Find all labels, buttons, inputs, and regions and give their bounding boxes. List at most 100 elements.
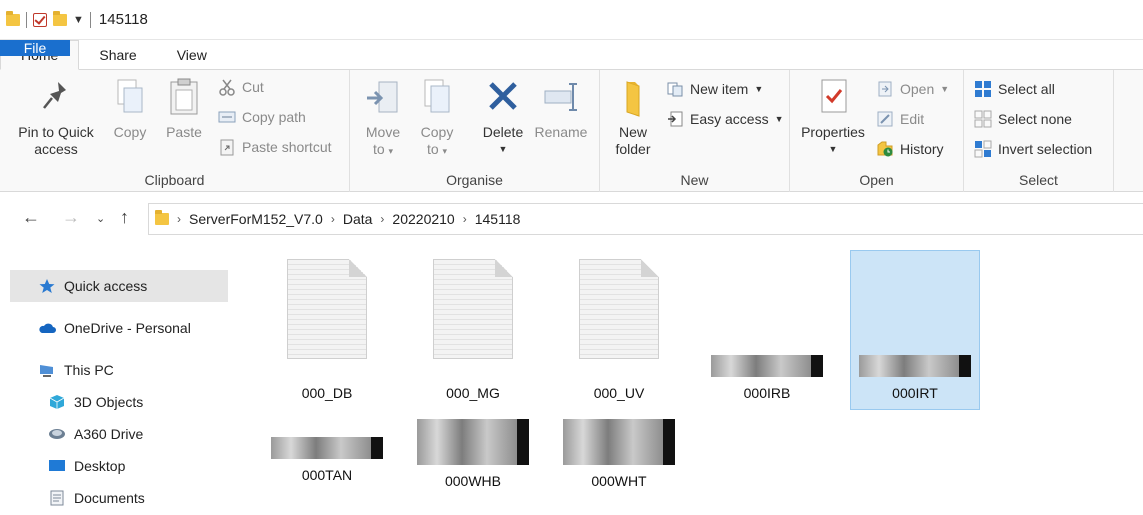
new-folder-button[interactable]: New folder bbox=[608, 76, 658, 158]
select-none-label: Select none bbox=[998, 111, 1072, 127]
nav-item-a360-drive[interactable]: A360 Drive bbox=[10, 418, 228, 450]
separator bbox=[26, 11, 27, 28]
easy-access-button[interactable]: Easy access ▼ bbox=[666, 110, 784, 128]
file-name: 000WHB bbox=[444, 473, 502, 489]
nav-label: OneDrive - Personal bbox=[64, 320, 191, 336]
breadcrumb-separator[interactable]: › bbox=[380, 212, 384, 226]
copy-label: Copy bbox=[113, 124, 147, 140]
select-all-button[interactable]: Select all bbox=[974, 80, 1055, 98]
new-folder-icon bbox=[613, 76, 653, 118]
forward-arrow-icon[interactable]: → bbox=[62, 207, 80, 228]
folder-icon bbox=[6, 10, 20, 26]
new-item-icon bbox=[666, 80, 684, 98]
open-button[interactable]: Open ▼ bbox=[876, 80, 949, 98]
copy-path-button[interactable]: Copy path bbox=[218, 108, 306, 126]
new-folder-label-line2: folder bbox=[615, 141, 651, 157]
chevron-down-icon: ▼ bbox=[498, 144, 508, 154]
select-none-icon bbox=[974, 110, 992, 128]
move-to-label-line2: to ▾ bbox=[373, 141, 393, 160]
copy-to-button[interactable]: Copy to ▾ bbox=[414, 76, 460, 160]
properties-button[interactable]: Properties ▼ bbox=[796, 76, 870, 158]
document-icon bbox=[579, 259, 659, 359]
new-item-button[interactable]: New item ▼ bbox=[666, 80, 763, 98]
properties-icon bbox=[813, 76, 853, 118]
edit-icon bbox=[876, 110, 894, 128]
breadcrumb-item[interactable]: 145118 bbox=[475, 211, 521, 227]
rename-label: Rename bbox=[534, 124, 588, 140]
new-group: New folder New item ▼ Easy access ▼ New bbox=[600, 70, 790, 192]
move-to-button[interactable]: Move to ▾ bbox=[360, 76, 406, 160]
tab-view[interactable]: View bbox=[157, 40, 227, 69]
file-item-selected[interactable]: 000IRT bbox=[850, 250, 980, 410]
move-to-label-text: to bbox=[372, 141, 385, 157]
nav-item-this-pc[interactable]: This PC bbox=[10, 354, 228, 386]
file-item[interactable]: 000IRB bbox=[702, 255, 832, 405]
nav-item-desktop[interactable]: Desktop bbox=[10, 450, 228, 482]
paste-shortcut-button[interactable]: Paste shortcut bbox=[218, 138, 332, 156]
history-label: History bbox=[900, 141, 944, 157]
new-item-label: New item bbox=[690, 81, 749, 97]
paste-shortcut-icon bbox=[218, 138, 236, 156]
address-bar[interactable]: › ServerForM152_V7.0 › Data › 20220210 ›… bbox=[148, 203, 1143, 235]
file-item[interactable]: 000WHB bbox=[408, 413, 538, 493]
image-thumbnail bbox=[563, 419, 675, 465]
edit-button[interactable]: Edit bbox=[876, 110, 924, 128]
documents-icon bbox=[48, 490, 66, 506]
pin-label-line2: access bbox=[34, 141, 78, 157]
file-name: 000_MG bbox=[446, 385, 500, 401]
paste-button[interactable]: Paste bbox=[160, 76, 208, 141]
copy-to-label-text: to bbox=[426, 141, 439, 157]
properties-quick-icon[interactable] bbox=[33, 12, 47, 27]
breadcrumb-item[interactable]: Data bbox=[343, 211, 373, 227]
file-item[interactable]: 000TAN bbox=[262, 413, 392, 493]
chevron-down-icon: ▼ bbox=[940, 84, 950, 94]
tab-file[interactable]: File bbox=[0, 40, 70, 56]
clipboard-group: Pin to Quick access Copy Paste Cut Copy … bbox=[0, 70, 350, 192]
delete-button[interactable]: Delete ▼ bbox=[478, 76, 528, 158]
pin-to-quick-access-button[interactable]: Pin to Quick access bbox=[10, 76, 102, 158]
breadcrumb-item[interactable]: 20220210 bbox=[392, 211, 454, 227]
copy-to-label-line1: Copy bbox=[420, 124, 454, 140]
open-label: Open bbox=[900, 81, 935, 97]
nav-item-quick-access[interactable]: Quick access bbox=[10, 270, 228, 302]
nav-item-documents[interactable]: Documents bbox=[10, 482, 228, 514]
file-item[interactable]: 000_DB bbox=[262, 255, 392, 405]
image-thumbnail bbox=[417, 419, 529, 465]
recent-locations-chevron-icon[interactable]: ⌄ bbox=[96, 212, 105, 225]
invert-selection-button[interactable]: Invert selection bbox=[974, 140, 1092, 158]
cloud-icon bbox=[38, 320, 56, 336]
file-name: 000_UV bbox=[593, 385, 645, 401]
back-arrow-icon[interactable]: ← bbox=[22, 207, 40, 228]
nav-item-onedrive[interactable]: OneDrive - Personal bbox=[10, 312, 228, 344]
breadcrumb-separator[interactable]: › bbox=[331, 212, 335, 226]
image-thumbnail bbox=[271, 437, 383, 459]
new-folder-quick-icon[interactable] bbox=[53, 10, 67, 26]
cut-button[interactable]: Cut bbox=[218, 78, 264, 96]
file-item[interactable]: 000WHT bbox=[554, 413, 684, 493]
tab-share[interactable]: Share bbox=[79, 40, 156, 69]
nav-label: A360 Drive bbox=[74, 426, 144, 442]
history-button[interactable]: History bbox=[876, 140, 944, 158]
breadcrumb-item[interactable]: ServerForM152_V7.0 bbox=[189, 211, 323, 227]
rename-button[interactable]: Rename bbox=[532, 76, 590, 141]
pin-label-line1: Pin to Quick bbox=[18, 124, 94, 140]
breadcrumb-separator[interactable]: › bbox=[177, 212, 181, 226]
ribbon-tabs: File Home Share View bbox=[0, 40, 1143, 70]
address-row: ← → ⌄ ↑ › ServerForM152_V7.0 › Data › 20… bbox=[0, 193, 1143, 245]
up-arrow-icon[interactable]: ↑ bbox=[120, 207, 129, 228]
organise-group-label: Organise bbox=[446, 172, 503, 188]
nav-label: 3D Objects bbox=[74, 394, 144, 410]
select-none-button[interactable]: Select none bbox=[974, 110, 1072, 128]
banknote-image bbox=[271, 437, 371, 459]
nav-item-3d-objects[interactable]: 3D Objects bbox=[10, 386, 228, 418]
breadcrumb-separator[interactable]: › bbox=[463, 212, 467, 226]
customize-quick-access-dropdown[interactable]: ▼ bbox=[73, 14, 84, 26]
document-icon bbox=[287, 259, 367, 359]
copy-button[interactable]: Copy bbox=[106, 76, 154, 141]
banknote-image bbox=[417, 419, 517, 465]
file-item[interactable]: 000_UV bbox=[554, 255, 684, 405]
image-thumbnail bbox=[711, 355, 823, 377]
file-item[interactable]: 000_MG bbox=[408, 255, 538, 405]
select-all-label: Select all bbox=[998, 81, 1055, 97]
folder-icon bbox=[155, 210, 169, 225]
